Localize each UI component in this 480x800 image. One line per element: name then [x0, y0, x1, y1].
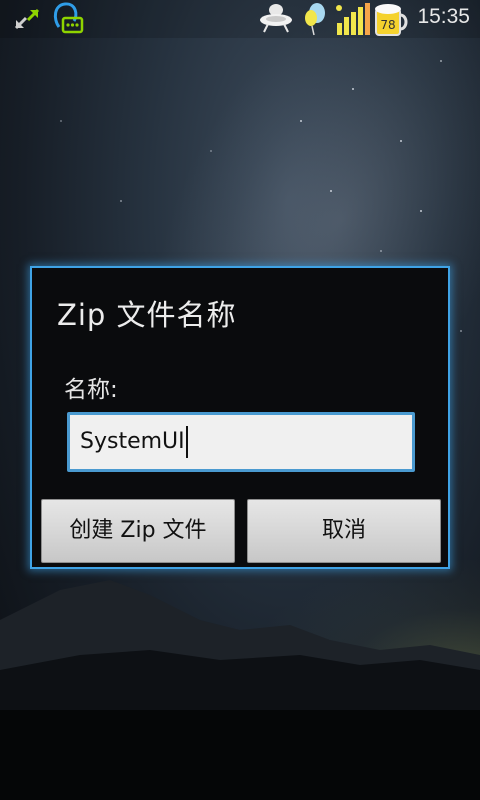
chat-notification-icon: [53, 2, 84, 34]
text-caret: [185, 426, 188, 458]
status-time: 15:35: [417, 5, 470, 28]
balloon-icon: [305, 3, 325, 36]
cancel-button[interactable]: 取消: [247, 499, 441, 563]
name-label: 名称:: [64, 377, 118, 403]
sync-arrows-icon: [14, 8, 40, 30]
battery-beer-mug-icon: 78: [375, 4, 408, 36]
create-zip-button[interactable]: 创建 Zip 文件: [41, 499, 235, 563]
mountain-silhouette: [0, 580, 480, 800]
signal-strength-icon: [336, 3, 370, 35]
status-bar: 78 15:35: [0, 0, 480, 38]
zip-name-input-text: SystemUI: [80, 429, 185, 454]
battery-level-text: 78: [380, 18, 395, 32]
zip-name-input[interactable]: SystemUI: [67, 412, 415, 472]
home-screen-background: 78 15:35 Zip 文件名称 名称: SystemUI 创建 Zip 文件…: [0, 0, 480, 800]
ufo-lamp-icon: [260, 4, 292, 33]
zip-name-dialog: Zip 文件名称 名称: SystemUI 创建 Zip 文件 取消: [30, 266, 450, 569]
dialog-title: Zip 文件名称: [57, 298, 237, 332]
